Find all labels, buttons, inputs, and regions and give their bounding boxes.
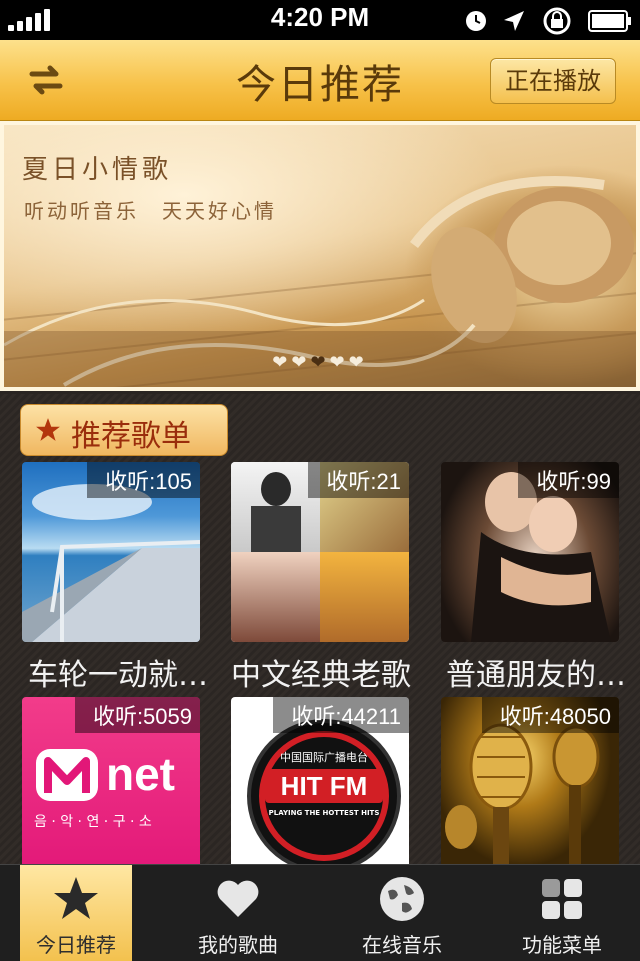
page-dot-icon[interactable]: ❤ [330, 352, 349, 373]
hitfm-logo: 中国国际广播电台 HIT FM PLAYING THE HOTTEST HITS [247, 719, 401, 873]
mnet-logo: net [34, 745, 194, 805]
playlist-name[interactable]: 普通朋友的… [446, 650, 640, 694]
battery-icon [588, 10, 631, 32]
nav-header: 今日推荐 正在播放 [0, 40, 640, 121]
location-icon [504, 11, 524, 31]
now-playing-button[interactable]: 正在播放 [490, 58, 616, 104]
section-header: 推荐歌单 [20, 404, 228, 456]
tab-today-recommend[interactable]: 今日推荐 [20, 865, 132, 961]
playlist-card[interactable]: 收听:105 [22, 462, 200, 642]
tab-label: 功能菜单 [522, 933, 602, 957]
page-dot-icon[interactable]: ❤ [272, 352, 291, 373]
listen-count: 收听:5059 [74, 697, 200, 733]
playlist-card[interactable]: 收听:99 [441, 462, 619, 642]
tab-label: 在线音乐 [362, 933, 442, 957]
listen-count: 收听:48050 [481, 697, 619, 733]
globe-icon [380, 877, 424, 921]
cover-logo-text: net [106, 748, 175, 800]
playlist-card[interactable]: 收听:21 [231, 462, 409, 642]
playlist-card[interactable]: net 음 · 악 · 연 · 구 · 소 收听:5059 [22, 697, 200, 877]
section-title: 推荐歌单 [71, 419, 191, 454]
tab-label: 我的歌曲 [198, 933, 278, 957]
listen-count: 收听:99 [518, 462, 619, 498]
status-bar: 4:20 PM [0, 0, 640, 40]
listen-count: 收听:21 [308, 462, 409, 498]
page-dot-icon[interactable]: ❤ [291, 352, 310, 373]
tab-function-menu[interactable]: 功能菜单 [482, 865, 640, 961]
heart-icon [217, 880, 259, 917]
page-dot-icon[interactable]: ❤ [349, 352, 368, 373]
tab-bar: 今日推荐 我的歌曲 在线音乐 功能菜单 [0, 864, 640, 961]
featured-banner[interactable]: 夏日小情歌 听动听音乐 天天好心情 ❤❤❤❤❤ [0, 121, 640, 391]
playlist-card[interactable]: 中国国际广播电台 HIT FM PLAYING THE HOTTEST HITS… [231, 697, 409, 877]
listen-count: 收听:105 [87, 462, 200, 498]
rotation-lock-icon [543, 7, 571, 35]
page-indicator[interactable]: ❤❤❤❤❤ [4, 352, 636, 373]
cover-tagline: PLAYING THE HOTTEST HITS [268, 809, 380, 817]
listen-count: 收听:44211 [273, 697, 409, 733]
star-icon [36, 418, 60, 441]
star-icon [54, 877, 98, 919]
cover-top-text: 中国国际广播电台 [280, 751, 368, 764]
grid-icon [542, 879, 582, 919]
page-dot-active-icon[interactable]: ❤ [310, 352, 329, 373]
cover-subtitle: 음 · 악 · 연 · 구 · 소 [34, 814, 152, 830]
banner-image[interactable]: 夏日小情歌 听动听音乐 天天好心情 ❤❤❤❤❤ [4, 125, 636, 387]
alarm-icon [466, 11, 486, 31]
playlist-name[interactable]: 车轮一动就… [28, 650, 228, 694]
pager-bar: ❤❤❤❤❤ [4, 331, 636, 387]
banner-subtitle: 听动听音乐 天天好心情 [24, 199, 277, 223]
playlist-card[interactable]: 收听:48050 [441, 697, 619, 877]
banner-title: 夏日小情歌 [22, 155, 173, 185]
tab-online-music[interactable]: 在线音乐 [322, 865, 482, 961]
tab-my-songs[interactable]: 我的歌曲 [158, 865, 318, 961]
cover-logo-text: HIT FM [265, 769, 383, 803]
playlist-name[interactable]: 中文经典老歌 [231, 650, 431, 694]
recommended-playlists: 推荐歌单 收听:105 车轮一动就… 收听:21 中文经典老歌 收听:99 普通… [0, 394, 640, 877]
tab-label: 今日推荐 [36, 933, 116, 957]
